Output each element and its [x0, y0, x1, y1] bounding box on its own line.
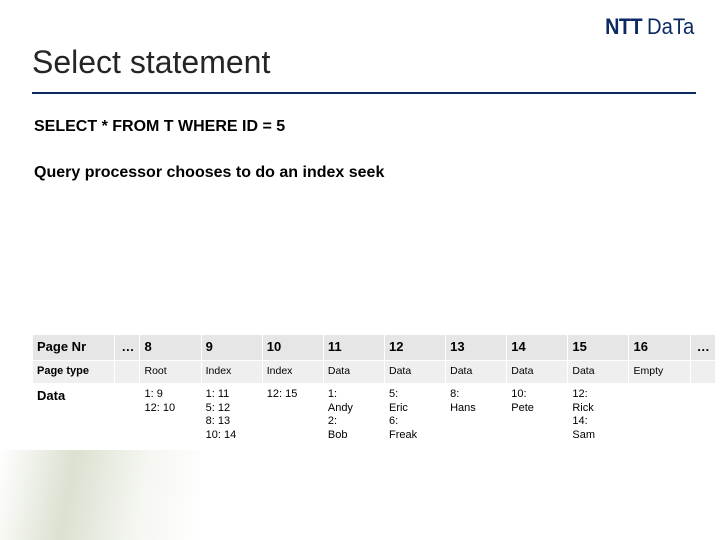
col-header: 12 [384, 335, 445, 361]
cell-data: 12: 15 [262, 383, 323, 447]
brand-logo: NTTDaTa [603, 14, 696, 40]
cell-empty [690, 383, 715, 447]
cell-page-type: Empty [629, 361, 690, 384]
title-underline [32, 92, 696, 94]
col-header: 16 [629, 335, 690, 361]
cell-page-type: Root [140, 361, 201, 384]
cell-data: 8:Hans [446, 383, 507, 447]
cell-page-type: Data [384, 361, 445, 384]
page-table: Page Nr … 8 9 10 11 12 13 14 15 16 … Pag… [32, 334, 720, 448]
cell-page-type: Data [507, 361, 568, 384]
table-row: Page type Root Index Index Data Data Dat… [33, 361, 716, 384]
cell-data: 1: 912: 10 [140, 383, 201, 447]
col-header: 15 [568, 335, 629, 361]
cell-empty [115, 383, 140, 447]
cell-page-type: Index [201, 361, 262, 384]
cell-page-type: Data [446, 361, 507, 384]
cell-data: 5:Eric6:Freak [384, 383, 445, 447]
table-row: Data 1: 912: 10 1: 115: 128: 1310: 14 12… [33, 383, 716, 447]
row-label-data: Data [33, 383, 115, 447]
cell-data: 12:Rick14:Sam [568, 383, 629, 447]
cell-empty [115, 361, 140, 384]
cell-page-type: Data [323, 361, 384, 384]
row-label-page-nr: Page Nr [33, 335, 115, 361]
cell-data [629, 383, 690, 447]
cell-data: 1: 115: 128: 1310: 14 [201, 383, 262, 447]
slide-title: Select statement [32, 44, 696, 81]
cell-page-type: Index [262, 361, 323, 384]
slide-body: SELECT * FROM T WHERE ID = 5 Query proce… [34, 118, 696, 182]
cell-data: 10:Pete [507, 383, 568, 447]
row-label-page-type: Page type [33, 361, 115, 384]
sql-statement: SELECT * FROM T WHERE ID = 5 [34, 118, 696, 136]
ellipsis-right: … [690, 335, 715, 361]
logo-ntt: NTT [605, 14, 642, 40]
title-area: Select statement [32, 44, 696, 81]
ellipsis-left: … [115, 335, 140, 361]
cell-page-type: Data [568, 361, 629, 384]
col-header: 13 [446, 335, 507, 361]
col-header: 10 [262, 335, 323, 361]
table-row: Page Nr … 8 9 10 11 12 13 14 15 16 … [33, 335, 716, 361]
col-header: 11 [323, 335, 384, 361]
footer-accent [0, 450, 200, 540]
col-header: 9 [201, 335, 262, 361]
col-header: 14 [507, 335, 568, 361]
cell-empty [690, 361, 715, 384]
cell-data: 1:Andy2:Bob [323, 383, 384, 447]
logo-data: DaTa [647, 14, 694, 40]
query-processor-note: Query processor chooses to do an index s… [34, 164, 696, 182]
col-header: 8 [140, 335, 201, 361]
